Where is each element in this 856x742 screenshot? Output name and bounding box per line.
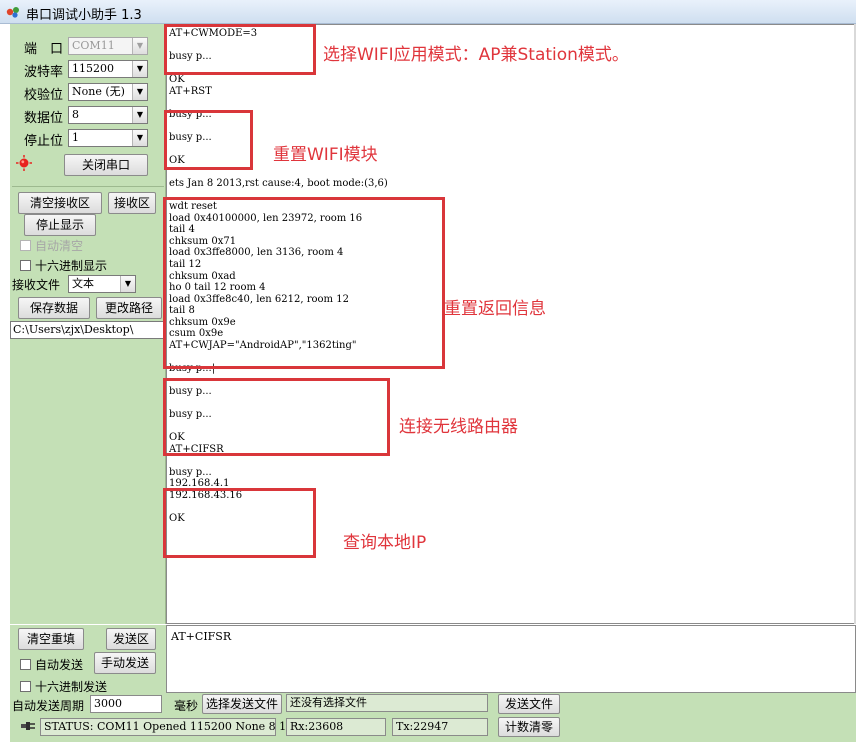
- status-field: STATUS: COM11 Opened 115200 None 8 1: [40, 718, 286, 736]
- port-select[interactable]: COM11 ▼: [68, 37, 148, 55]
- databits-label: 数据位: [24, 111, 64, 126]
- receive-line: busy p...: [169, 466, 212, 478]
- annotation-text-cifsr: 查询本地IP: [343, 533, 427, 553]
- baud-label: 波特率: [24, 65, 64, 80]
- app-icon: [6, 7, 19, 18]
- clear-send-button[interactable]: 清空重填: [18, 628, 84, 650]
- send-content: AT+CIFSR: [171, 630, 232, 643]
- parity-select[interactable]: None (无) ▼: [68, 83, 148, 101]
- receive-file-type-select[interactable]: 文本 ▼: [68, 275, 136, 293]
- hex-display-checkbox[interactable]: 十六进制显示: [20, 257, 107, 274]
- stop-display-button[interactable]: 停止显示: [24, 214, 96, 236]
- annotation-text-cwmode: 选择WIFI应用模式：AP兼Station模式。: [323, 45, 629, 65]
- annotation-text-boot: 重置返回信息: [444, 299, 546, 319]
- chevron-down-icon: ▼: [132, 130, 147, 146]
- receive-area-button[interactable]: 接收区: [108, 192, 156, 214]
- window-title: 串口调试小助手 1.3: [26, 8, 142, 23]
- checkbox-icon: [20, 240, 31, 251]
- annotation-box-cwmode: [164, 24, 316, 75]
- databits-value: 8: [72, 108, 79, 121]
- tx-count-field: Tx:22947: [392, 718, 488, 736]
- annotation-box-cifsr: [163, 488, 316, 558]
- annotation-box-rst: [164, 110, 253, 170]
- stopbits-select[interactable]: 1 ▼: [68, 129, 148, 147]
- reset-count-button[interactable]: 计数清零: [498, 717, 560, 737]
- save-data-button[interactable]: 保存数据: [18, 297, 90, 319]
- annotation-text-rst: 重置WIFI模块: [273, 145, 378, 165]
- annotation-text-cwjap: 连接无线路由器: [399, 417, 518, 437]
- auto-send-checkbox[interactable]: 自动发送: [20, 656, 83, 673]
- clear-receive-button[interactable]: 清空接收区: [18, 192, 102, 214]
- port-status-led-icon: [16, 155, 32, 171]
- rx-count-field: Rx:23608: [286, 718, 386, 736]
- auto-clear-checkbox[interactable]: 自动清空: [20, 237, 83, 254]
- save-path-field[interactable]: C:\Users\zjx\Desktop\: [10, 321, 165, 339]
- receive-line: AT+RST: [169, 85, 212, 97]
- send-period-input[interactable]: 3000: [90, 695, 162, 713]
- checkbox-icon: [20, 260, 31, 271]
- choose-send-file-button[interactable]: 选择发送文件: [202, 694, 282, 714]
- chevron-down-icon: ▼: [132, 38, 147, 54]
- send-area-button[interactable]: 发送区: [106, 628, 156, 650]
- close-port-button[interactable]: 关闭串口: [64, 154, 148, 176]
- port-label: 端 口: [24, 42, 64, 57]
- chevron-down-icon: ▼: [132, 107, 147, 123]
- baud-value: 115200: [72, 62, 114, 75]
- stopbits-label: 停止位: [24, 134, 64, 149]
- change-path-button[interactable]: 更改路径: [96, 297, 162, 319]
- port-value: COM11: [72, 39, 115, 52]
- receive-file-type-value: 文本: [72, 277, 94, 290]
- chevron-down-icon: ▼: [132, 84, 147, 100]
- manual-send-button[interactable]: 手动发送: [94, 652, 156, 674]
- panel-divider: [12, 186, 164, 187]
- send-file-button[interactable]: 发送文件: [498, 694, 560, 714]
- send-period-label: 自动发送周期: [12, 699, 85, 713]
- auto-clear-label: 自动清空: [35, 239, 84, 253]
- hex-display-label: 十六进制显示: [35, 259, 108, 273]
- auto-send-label: 自动发送: [35, 658, 84, 672]
- chevron-down-icon: ▼: [132, 61, 147, 77]
- title-bar: 串口调试小助手 1.3: [0, 0, 856, 24]
- receive-line: OK: [169, 74, 185, 86]
- receive-line: ets Jan 8 2013,rst cause:4, boot mode:(3…: [169, 178, 388, 190]
- baud-select[interactable]: 115200 ▼: [68, 60, 148, 78]
- selected-file-field: 还没有选择文件: [286, 694, 488, 712]
- parity-label: 校验位: [24, 88, 64, 103]
- receive-file-label: 接收文件: [12, 278, 61, 292]
- send-text-area[interactable]: AT+CIFSR: [166, 625, 856, 693]
- checkbox-icon: [20, 681, 31, 692]
- parity-value: None (无): [72, 85, 125, 98]
- checkbox-icon: [20, 659, 31, 670]
- annotation-box-cwjap: [163, 378, 390, 456]
- hex-send-label: 十六进制发送: [35, 680, 108, 694]
- databits-select[interactable]: 8 ▼: [68, 106, 148, 124]
- ms-label: 毫秒: [174, 699, 199, 713]
- chevron-down-icon: ▼: [120, 276, 135, 292]
- plug-icon: [21, 722, 35, 730]
- annotation-box-boot: [163, 197, 445, 369]
- stopbits-value: 1: [72, 131, 79, 144]
